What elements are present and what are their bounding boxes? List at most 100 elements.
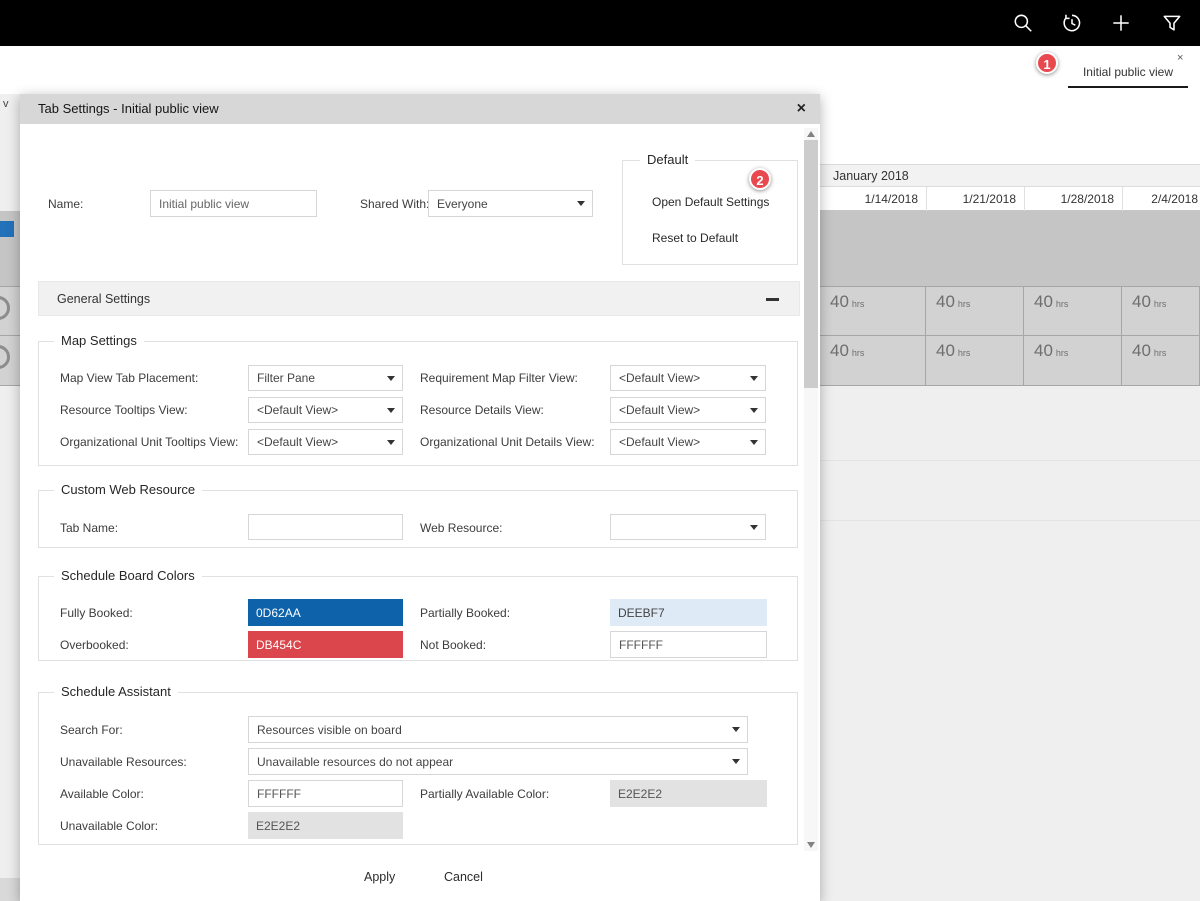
scroll-down-icon[interactable] [807,842,815,848]
history-icon[interactable] [1061,12,1083,34]
booking-cell[interactable]: 40hrs [820,286,926,336]
board-row-divider [820,460,1200,461]
chevron-down-icon [387,376,395,381]
partially-available-color-label: Partially Available Color: [420,787,549,801]
scrollbar-thumb[interactable] [804,140,818,388]
annotation-badge-1: 1 [1036,52,1058,74]
web-resource-label: Web Resource: [420,521,502,535]
not-booked-label: Not Booked: [420,638,486,652]
booking-cell[interactable]: 40hrs [1122,336,1200,386]
chevron-down-icon [732,759,740,764]
shared-with-label: Shared With: [360,197,429,211]
default-groupbox [622,160,798,265]
chevron-down-icon [387,408,395,413]
unavailable-resources-label: Unavailable Resources: [60,755,187,769]
org-unit-details-view-dropdown[interactable]: <Default View> [610,429,766,455]
board-row-edge [0,286,20,336]
resource-color-block [0,221,14,237]
dialog-titlebar: Tab Settings - Initial public view × [20,94,820,124]
chevron-down-icon [750,440,758,445]
search-for-label: Search For: [60,723,123,737]
chevron-down-icon [750,525,758,530]
close-icon[interactable]: × [797,99,806,118]
resource-tooltips-view-label: Resource Tooltips View: [60,403,188,417]
tab-initial-public-view[interactable]: Initial public view [1068,48,1188,88]
map-settings-legend: Map Settings [54,333,144,348]
schedule-board-colors-legend: Schedule Board Colors [54,568,202,583]
chevron-down-icon [732,727,740,732]
fully-booked-input[interactable]: 0D62AA [248,599,403,626]
overbooked-input[interactable]: DB454C [248,631,403,658]
reset-to-default-link[interactable]: Reset to Default [652,231,738,245]
schedule-assistant-legend: Schedule Assistant [54,684,178,699]
dialog-scrollbar[interactable] [804,128,818,851]
booking-cell[interactable]: 40hrs [1024,286,1122,336]
cancel-button[interactable]: Cancel [444,870,483,884]
chevron-down-icon [387,440,395,445]
date-column-header: 1/21/2018 [926,187,1024,211]
general-settings-header[interactable]: General Settings [38,281,800,316]
open-default-settings-link[interactable]: Open Default Settings [652,195,769,209]
board-row-divider [820,520,1200,521]
booking-cell[interactable]: 40hrs [926,286,1024,336]
unavailable-color-label: Unavailable Color: [60,819,158,833]
unavailable-color-input[interactable]: E2E2E2 [248,812,403,839]
top-command-bar [0,0,1200,46]
custom-web-resource-legend: Custom Web Resource [54,482,202,497]
org-unit-details-view-label: Organizational Unit Details View: [420,435,595,449]
partially-available-color-input[interactable]: E2E2E2 [610,780,767,807]
board-row-edge [0,336,20,386]
date-column-header: 1/28/2018 [1024,187,1122,211]
chevron-down-icon [750,376,758,381]
resource-details-view-dropdown[interactable]: <Default View> [610,397,766,423]
partially-booked-label: Partially Booked: [420,606,510,620]
not-booked-input[interactable]: FFFFFF [610,631,767,658]
add-icon[interactable] [1110,12,1132,34]
scroll-up-icon[interactable] [807,131,815,137]
org-unit-tooltips-view-dropdown[interactable]: <Default View> [248,429,403,455]
tab-name-input[interactable] [248,514,403,540]
filter-icon[interactable] [1161,12,1183,34]
overbooked-label: Overbooked: [60,638,129,652]
available-color-label: Available Color: [60,787,144,801]
dialog-title: Tab Settings - Initial public view [38,94,219,124]
web-resource-dropdown[interactable] [610,514,766,540]
requirement-map-filter-view-dropdown[interactable]: <Default View> [610,365,766,391]
booking-cell[interactable]: 40hrs [820,336,926,386]
tab-label: Initial public view [1068,65,1188,79]
requirement-map-filter-view-label: Requirement Map Filter View: [420,371,578,385]
board-date-header-row: 1/14/2018 1/21/2018 1/28/2018 2/4/2018 [820,187,1200,211]
name-input[interactable] [150,190,317,217]
collapse-icon[interactable] [766,298,779,301]
resource-ring-icon [0,296,10,320]
booking-cell[interactable]: 40hrs [1122,286,1200,336]
map-view-tab-placement-dropdown[interactable]: Filter Pane [248,365,403,391]
name-label: Name: [48,197,83,211]
chevron-down-icon [750,408,758,413]
resource-ring-icon [0,345,10,369]
tab-name-label: Tab Name: [60,521,118,535]
partially-booked-input[interactable]: DEEBF7 [610,599,767,626]
shared-with-dropdown[interactable]: Everyone [428,190,593,217]
map-view-tab-placement-label: Map View Tab Placement: [60,371,198,385]
board-month-header: January 2018 [820,164,1200,187]
fully-booked-label: Fully Booked: [60,606,133,620]
booking-cell[interactable]: 40hrs [1024,336,1122,386]
screen: January 2018 1/14/2018 1/21/2018 1/28/20… [0,0,1200,901]
general-settings-title: General Settings [57,292,150,306]
search-for-dropdown[interactable]: Resources visible on board [248,716,748,743]
resource-tooltips-view-dropdown[interactable]: <Default View> [248,397,403,423]
close-icon[interactable]: × [1177,53,1183,64]
unavailable-resources-dropdown[interactable]: Unavailable resources do not appear [248,748,748,775]
date-column-header: 2/4/2018 [1122,187,1200,211]
tab-settings-dialog: Tab Settings - Initial public view × Nam… [20,94,820,901]
annotation-badge-2: 2 [749,168,771,190]
resource-details-view-label: Resource Details View: [420,403,544,417]
search-icon[interactable] [1012,12,1034,34]
booking-cell[interactable]: 40hrs [926,336,1024,386]
apply-button[interactable]: Apply [364,870,395,884]
chevron-down-icon [577,201,585,206]
board-resource-band [820,211,1200,286]
available-color-input[interactable]: FFFFFF [248,780,403,807]
board-footer-edge [0,878,20,901]
